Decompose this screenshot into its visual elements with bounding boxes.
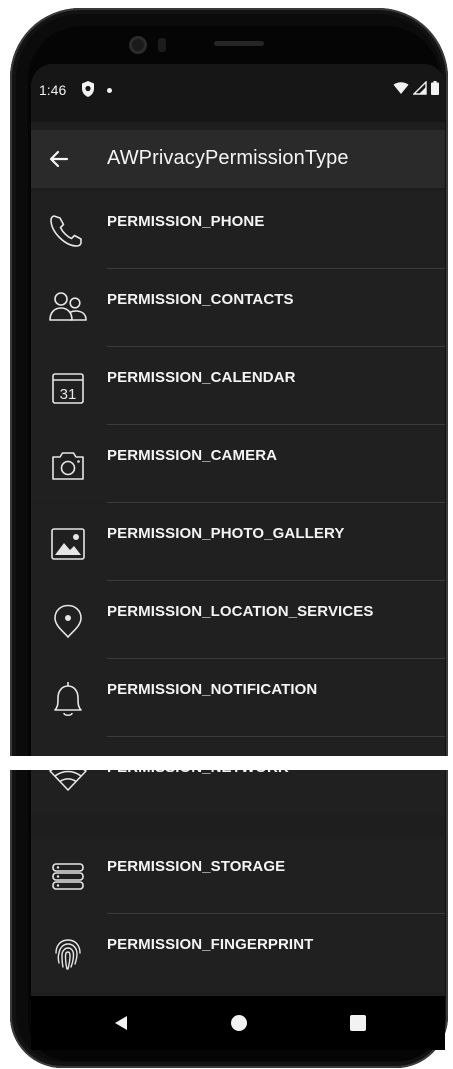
divider <box>107 424 445 425</box>
permission-label: PERMISSION_FINGERPRINT <box>107 936 314 953</box>
list-item[interactable]: PERMISSION_CAMERA <box>31 426 445 503</box>
earpiece-speaker <box>214 41 264 46</box>
permission-label: PERMISSION_STORAGE <box>107 858 286 875</box>
permission-label: PERMISSION_PHOTO_GALLERY <box>107 525 345 542</box>
battery-icon <box>431 81 439 95</box>
status-time: 1:46 <box>39 82 67 98</box>
status-icons <box>393 81 439 95</box>
camera-icon <box>52 452 84 480</box>
list-item[interactable]: PERMISSION_PHOTO_GALLERY <box>31 504 445 581</box>
list-item[interactable]: PERMISSION_NOTIFICATION <box>31 660 445 737</box>
list-item[interactable]: PERMISSION_FINGERPRINT <box>31 915 445 992</box>
list-item[interactable]: PERMISSION_STORAGE <box>31 837 445 914</box>
status-bar: 1:46 <box>31 64 445 122</box>
phone-icon <box>50 215 82 247</box>
notification-dot-icon <box>107 88 112 93</box>
calendar-icon: 31 <box>52 373 84 404</box>
permission-label: PERMISSION_CONTACTS <box>107 291 294 308</box>
nav-recents-icon[interactable] <box>349 1014 367 1032</box>
wifi-icon <box>393 82 409 94</box>
location-pin-icon <box>54 604 82 639</box>
permission-label: PERMISSION_NOTIFICATION <box>107 681 318 698</box>
divider <box>107 658 445 659</box>
list-item[interactable]: PERMISSION_CONTACTS <box>31 270 445 347</box>
list-item[interactable]: PERMISSION_LOCATION_SERVICES <box>31 582 445 659</box>
divider <box>107 346 445 347</box>
front-camera <box>129 36 147 54</box>
shield-icon <box>82 81 94 97</box>
fingerprint-icon <box>55 939 81 970</box>
page-title: AWPrivacyPermissionType <box>107 147 349 169</box>
permission-label: PERMISSION_PHONE <box>107 213 265 230</box>
storage-icon <box>52 863 84 890</box>
photo-gallery-icon <box>51 528 85 560</box>
list-item[interactable]: PERMISSION_PHONE <box>31 192 445 269</box>
screen: 1:46 AWPrivacyPermissionType PERMISSION_… <box>31 64 445 998</box>
permission-label: PERMISSION_CALENDAR <box>107 369 296 386</box>
nav-home-icon[interactable] <box>229 1013 249 1033</box>
nav-back-icon[interactable] <box>111 1013 131 1033</box>
capture-gap <box>0 756 453 770</box>
divider <box>107 913 445 914</box>
divider <box>107 268 445 269</box>
sensor <box>158 38 166 52</box>
contacts-icon <box>49 292 87 321</box>
calendar-day: 31 <box>60 386 77 403</box>
permission-label: PERMISSION_CAMERA <box>107 447 278 464</box>
list-item[interactable]: PERMISSION_NETWORK <box>31 738 445 815</box>
system-nav-bar <box>31 996 445 1050</box>
divider <box>107 580 445 581</box>
cellular-icon <box>413 81 427 95</box>
divider <box>107 502 445 503</box>
app-bar: AWPrivacyPermissionType <box>31 130 445 188</box>
divider <box>107 736 445 737</box>
list-item[interactable]: 31 PERMISSION_CALENDAR <box>31 348 445 425</box>
arrow-back-icon[interactable] <box>45 145 75 173</box>
permission-label: PERMISSION_LOCATION_SERVICES <box>107 603 374 620</box>
bell-icon <box>54 682 82 717</box>
